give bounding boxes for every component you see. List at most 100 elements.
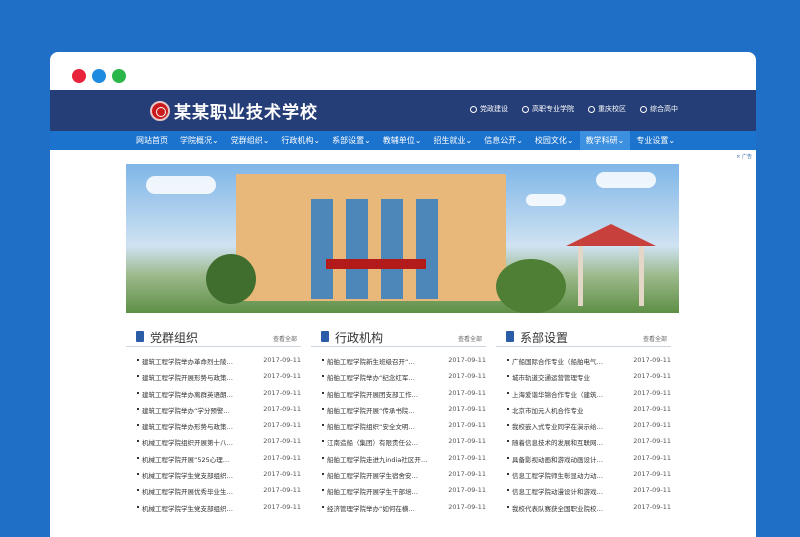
news-list: 建筑工程学院举办革命烈士陵… 2017-09-11 建筑工程学院开展形势与政策… 20… <box>126 353 301 516</box>
view-all-link[interactable]: 查看全部 <box>458 334 482 343</box>
maximize-dot[interactable] <box>112 69 126 83</box>
book-icon <box>506 331 514 342</box>
section-header: 党群组织 查看全部 <box>126 327 301 347</box>
list-item[interactable]: 建筑工程学院举办形势与政策… 2017-09-11 <box>126 418 301 434</box>
list-item[interactable]: 具备影视动画和游戏动画设计… 2017-09-11 <box>496 451 671 467</box>
news-title[interactable]: 船舶工程学院开展学生干部培… <box>327 486 439 496</box>
news-title[interactable]: 机械工程学院开展优秀毕业生… <box>142 486 254 496</box>
news-title[interactable]: 建筑工程学院举办“学分预警… <box>142 405 254 415</box>
bullet-icon <box>322 391 324 394</box>
quick-link[interactable]: 综合高中 <box>640 104 678 114</box>
news-title[interactable]: 船舶工程学院走进九india社区开… <box>327 454 439 464</box>
news-title[interactable]: 船舶工程学院组织“安全文明… <box>327 421 439 431</box>
globe-icon <box>588 105 595 113</box>
list-item[interactable]: 船舶工程学院开展团支部工作… 2017-09-11 <box>311 386 486 402</box>
quick-link[interactable]: 高职专业学院 <box>522 104 574 114</box>
list-item[interactable]: 经济管理学院举办“如何在横… 2017-09-11 <box>311 500 486 516</box>
news-title[interactable]: 船舶工程学院举办“纪念红军… <box>327 372 439 382</box>
news-date: 2017-09-11 <box>633 453 671 462</box>
news-title[interactable]: 经济管理学院举办“如何在横… <box>327 503 439 513</box>
list-item[interactable]: 船舶工程学院新生班级召开“… 2017-09-11 <box>311 353 486 369</box>
list-item[interactable]: 船舶工程学院开展学生干部培… 2017-09-11 <box>311 483 486 499</box>
nav-item[interactable]: 系部设置⌄ <box>326 131 377 150</box>
nav-item[interactable]: 招生就业⌄ <box>428 131 479 150</box>
nav-item[interactable]: 学院概况⌄ <box>174 131 225 150</box>
site-logo[interactable]: 某某职业技术学校 <box>150 98 318 123</box>
close-dot[interactable] <box>72 69 86 83</box>
news-date: 2017-09-11 <box>448 453 486 462</box>
news-title[interactable]: 船舶工程学院开展团支部工作… <box>327 389 439 399</box>
news-title[interactable]: 机械工程学院学生党支部组织… <box>142 503 254 513</box>
list-item[interactable]: 船舶工程学院举办“纪念红军… 2017-09-11 <box>311 369 486 385</box>
list-item[interactable]: 上海爱谐华锦合作专业（建筑… 2017-09-11 <box>496 386 671 402</box>
ad-close-link[interactable]: × 广告 <box>736 153 752 160</box>
news-title[interactable]: 建筑工程学院举办形势与政策… <box>142 421 254 431</box>
news-title[interactable]: 机械工程学院开展“525心理… <box>142 454 254 464</box>
nav-item[interactable]: 行政机构⌄ <box>275 131 326 150</box>
list-item[interactable]: 我校嵌入式专业同学在演示给… 2017-09-11 <box>496 418 671 434</box>
nav-item[interactable]: 网站首页 <box>130 131 174 150</box>
news-title[interactable]: 我校嵌入式专业同学在演示给… <box>512 421 624 431</box>
list-item[interactable]: 信息工程学院师生彰显动力动… 2017-09-11 <box>496 467 671 483</box>
news-title[interactable]: 江南造船（集团）有限责任公… <box>327 437 439 447</box>
news-title[interactable]: 随着信息技术的发展和互联网… <box>512 437 624 447</box>
news-title[interactable]: 广船国际合作专业（船舶电气… <box>512 356 624 366</box>
list-item[interactable]: 建筑工程学院举办革命烈士陵… 2017-09-11 <box>126 353 301 369</box>
news-title[interactable]: 建筑工程学院举办革命烈士陵… <box>142 356 254 366</box>
list-item[interactable]: 机械工程学院学生党支部组织… 2017-09-11 <box>126 467 301 483</box>
bullet-icon <box>507 391 509 394</box>
news-title[interactable]: 船舶工程学院开展“传承书院… <box>327 405 439 415</box>
list-item[interactable]: 江南造船（集团）有限责任公… 2017-09-11 <box>311 434 486 450</box>
list-item[interactable]: 信息工程学院动漫设计和游戏… 2017-09-11 <box>496 483 671 499</box>
news-title[interactable]: 船舶工程学院新生班级召开“… <box>327 356 439 366</box>
bullet-icon <box>507 375 509 378</box>
quick-link[interactable]: 重庆校区 <box>588 104 626 114</box>
news-title[interactable]: 上海爱谐华锦合作专业（建筑… <box>512 389 624 399</box>
list-item[interactable]: 机械工程学院开展优秀毕业生… 2017-09-11 <box>126 483 301 499</box>
news-date: 2017-09-11 <box>263 404 301 413</box>
list-item[interactable]: 船舶工程学院开展“传承书院… 2017-09-11 <box>311 402 486 418</box>
list-item[interactable]: 随着信息技术的发展和互联网… 2017-09-11 <box>496 434 671 450</box>
list-item[interactable]: 我校代表队赛获全国职业院校… 2017-09-11 <box>496 500 671 516</box>
list-item[interactable]: 建筑工程学院举办离群英语朗… 2017-09-11 <box>126 386 301 402</box>
minimize-dot[interactable] <box>92 69 106 83</box>
news-title[interactable]: 北京市加元人机合作专业 <box>512 405 624 415</box>
news-title[interactable]: 建筑工程学院开展形势与政策… <box>142 372 254 382</box>
list-item[interactable]: 机械工程学院开展“525心理… 2017-09-11 <box>126 451 301 467</box>
nav-item[interactable]: 专业设置⌄ <box>630 131 681 150</box>
news-title[interactable]: 船舶工程学院开展学生宿舍安… <box>327 470 439 480</box>
news-title[interactable]: 城市轨道交通运营管理专业 <box>512 372 624 382</box>
news-title[interactable]: 机械工程学院组织开展第十八… <box>142 437 254 447</box>
view-all-link[interactable]: 查看全部 <box>273 334 297 343</box>
section-title: 系部设置 <box>520 331 569 345</box>
news-title[interactable]: 我校代表队赛获全国职业院校… <box>512 503 624 513</box>
list-item[interactable]: 机械工程学院学生党支部组织… 2017-09-11 <box>126 500 301 516</box>
nav-item[interactable]: 校园文化⌄ <box>529 131 580 150</box>
view-all-link[interactable]: 查看全部 <box>643 334 667 343</box>
window-controls <box>72 69 126 83</box>
news-title[interactable]: 具备影视动画和游戏动画设计… <box>512 454 624 464</box>
globe-icon <box>470 105 477 113</box>
list-item[interactable]: 建筑工程学院举办“学分预警… 2017-09-11 <box>126 402 301 418</box>
bullet-icon <box>507 407 509 410</box>
quick-link[interactable]: 党政建设 <box>470 104 508 114</box>
news-title[interactable]: 建筑工程学院举办离群英语朗… <box>142 389 254 399</box>
list-item[interactable]: 船舶工程学院开展学生宿舍安… 2017-09-11 <box>311 467 486 483</box>
list-item[interactable]: 北京市加元人机合作专业 2017-09-11 <box>496 402 671 418</box>
news-title[interactable]: 信息工程学院师生彰显动力动… <box>512 470 624 480</box>
bullet-icon <box>137 375 139 378</box>
news-date: 2017-09-11 <box>263 388 301 397</box>
nav-item[interactable]: 党群组织⌄ <box>225 131 276 150</box>
news-title[interactable]: 机械工程学院学生党支部组织… <box>142 470 254 480</box>
nav-item[interactable]: 信息公开⌄ <box>478 131 529 150</box>
list-item[interactable]: 机械工程学院组织开展第十八… 2017-09-11 <box>126 434 301 450</box>
news-date: 2017-09-11 <box>448 470 486 479</box>
nav-item[interactable]: 教学科研⌄ <box>579 131 631 150</box>
list-item[interactable]: 广船国际合作专业（船舶电气… 2017-09-11 <box>496 353 671 369</box>
list-item[interactable]: 船舶工程学院走进九india社区开… 2017-09-11 <box>311 451 486 467</box>
list-item[interactable]: 船舶工程学院组织“安全文明… 2017-09-11 <box>311 418 486 434</box>
list-item[interactable]: 建筑工程学院开展形势与政策… 2017-09-11 <box>126 369 301 385</box>
list-item[interactable]: 城市轨道交通运营管理专业 2017-09-11 <box>496 369 671 385</box>
nav-item[interactable]: 教辅单位⌄ <box>377 131 428 150</box>
news-title[interactable]: 信息工程学院动漫设计和游戏… <box>512 486 624 496</box>
